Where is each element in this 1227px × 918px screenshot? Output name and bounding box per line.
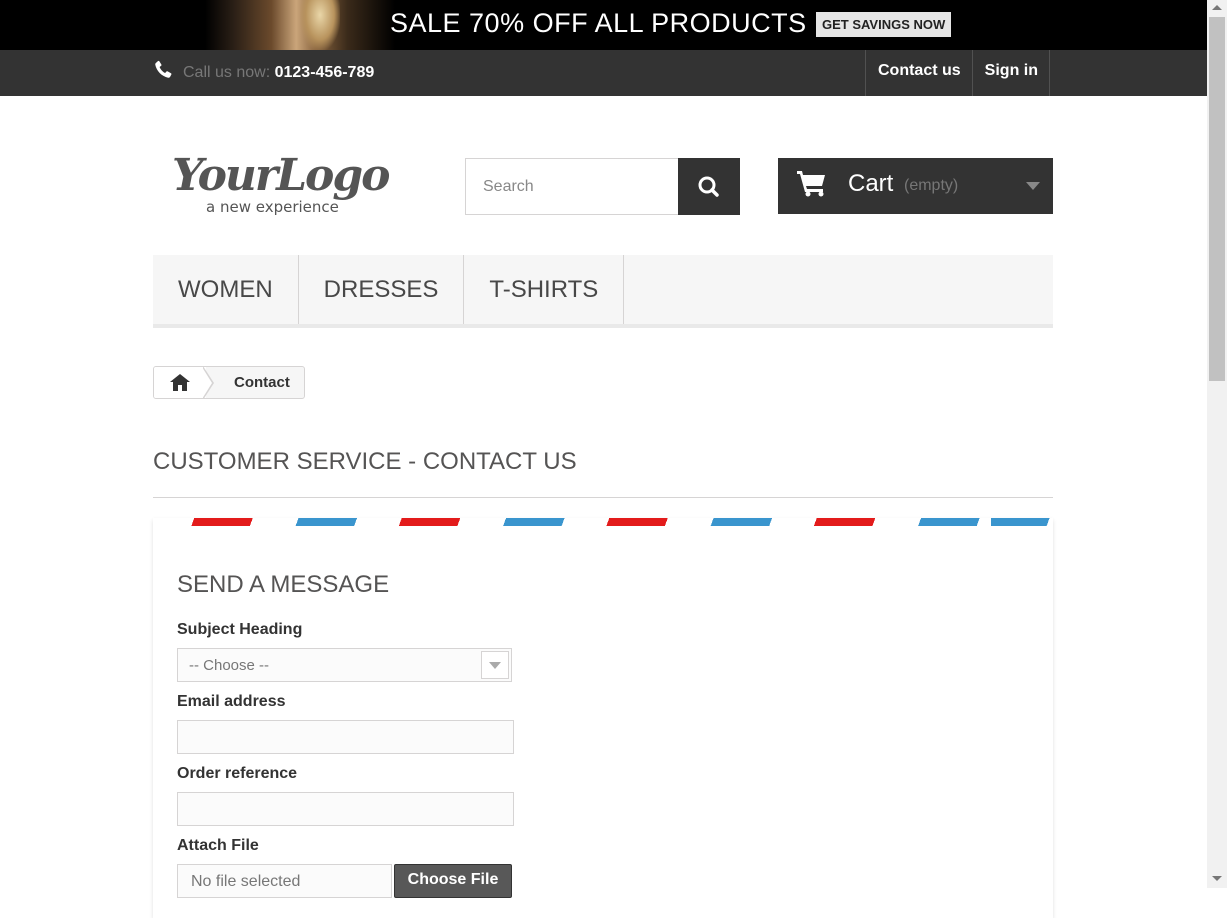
attach-file-label: Attach File [177,837,259,854]
email-label: Email address [177,693,286,710]
phone-icon [155,60,172,78]
get-savings-button[interactable]: GET SAVINGS NOW [816,12,952,37]
page-title: CUSTOMER SERVICE - CONTACT US [153,448,577,475]
subject-select[interactable]: -- Choose -- [177,648,512,682]
subject-label: Subject Heading [177,621,303,638]
scrollbar-thumb[interactable] [1209,17,1225,381]
divider [153,497,1053,498]
search-icon [698,176,719,197]
main-menu: WOMEN DRESSES T-SHIRTS [153,255,1053,328]
banner-model-image [205,0,395,50]
sign-in-link[interactable]: Sign in [973,50,1050,96]
cart-button[interactable]: Cart (empty) [778,158,1053,214]
shopping-cart-icon [797,171,825,197]
menu-item-dresses[interactable]: DRESSES [299,255,465,324]
call-us: Call us now: 0123-456-789 [183,64,374,82]
order-reference-label: Order reference [177,765,298,782]
svg-text:a new experience: a new experience [206,198,339,216]
store-logo[interactable]: YourLogo a new experience [170,148,400,218]
contact-us-link[interactable]: Contact us [866,50,973,96]
scroll-down-icon[interactable] [1212,876,1222,881]
home-icon [170,374,190,391]
promo-banner[interactable]: SALE 70% OFF ALL PRODUCTS GET SAVINGS NO… [0,0,1207,50]
file-status: No file selected [191,873,301,890]
breadcrumb: Contact [153,366,305,399]
form-heading: SEND A MESSAGE [177,571,390,598]
choose-file-button[interactable]: Choose File [394,864,512,898]
menu-item-tshirts[interactable]: T-SHIRTS [464,255,625,324]
call-us-label: Call us now: [183,64,271,81]
banner-headline: SALE 70% OFF ALL PRODUCTS [390,8,807,38]
search-form [465,158,740,215]
breadcrumb-home[interactable] [154,367,206,398]
file-name-display[interactable]: No file selected [177,864,392,898]
airmail-stripes [153,518,1053,526]
menu-item-women[interactable]: WOMEN [153,255,299,324]
cart-caret-icon [1026,182,1040,190]
subject-value: -- Choose -- [189,657,270,674]
breadcrumb-current: Contact [234,374,290,391]
email-field[interactable] [177,720,514,754]
phone-number: 0123-456-789 [274,64,375,81]
order-reference-field[interactable] [177,792,514,826]
top-links: Contact us Sign in [865,50,1050,96]
vertical-scrollbar[interactable] [1207,0,1227,888]
cart-label: Cart [848,170,894,197]
cart-status: (empty) [904,177,959,194]
search-input[interactable] [465,158,679,215]
select-arrow-icon [481,651,509,679]
scroll-up-icon[interactable] [1212,5,1222,10]
top-bar: Call us now: 0123-456-789 Contact us Sig… [0,50,1207,96]
svg-text:YourLogo: YourLogo [172,150,389,201]
search-button[interactable] [678,158,740,215]
